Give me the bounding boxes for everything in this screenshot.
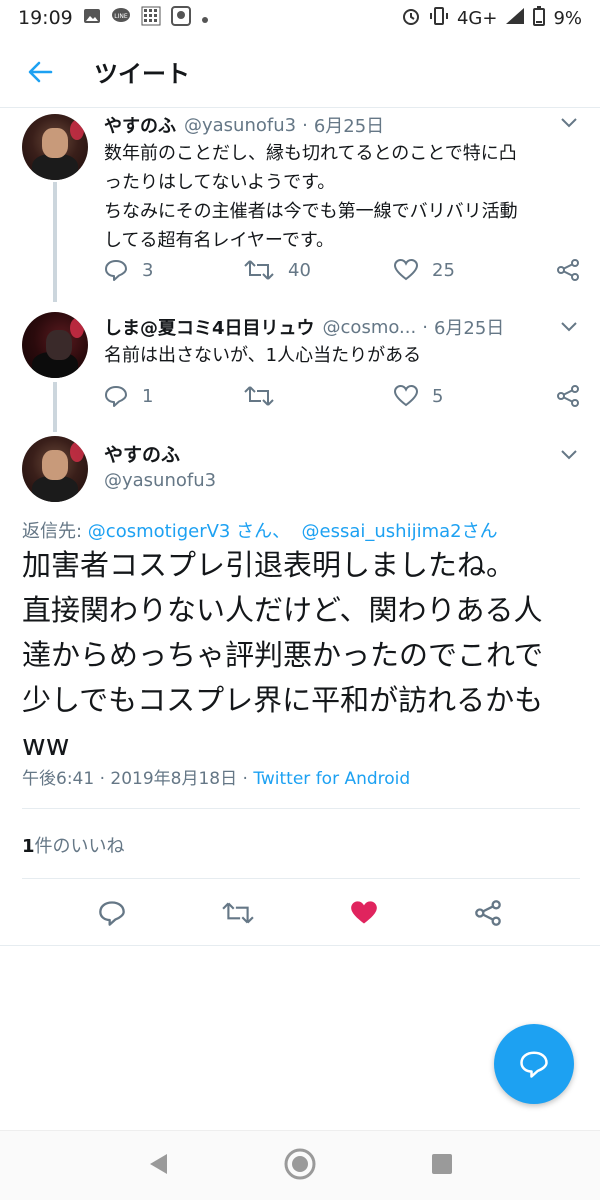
reply-button[interactable] <box>98 900 126 930</box>
mention-link[interactable]: @essai_ushijima2さん <box>302 521 498 542</box>
compose-reply-button[interactable] <box>494 1024 574 1104</box>
svg-text:LINE: LINE <box>114 13 128 20</box>
retweet-icon <box>244 386 274 406</box>
top-bar: ツイート <box>0 36 600 108</box>
separator-dot: · <box>422 316 428 338</box>
app-icon <box>170 5 191 31</box>
line-icon: LINE <box>111 7 131 30</box>
divider <box>22 878 580 879</box>
reply-icon <box>520 1051 548 1078</box>
battery-percent: 9% <box>553 7 582 29</box>
retweet-button[interactable] <box>222 901 254 929</box>
recents-nav-button[interactable] <box>431 1153 453 1179</box>
retweet-count: 40 <box>288 259 311 281</box>
battery-icon <box>533 5 546 31</box>
reply-button[interactable]: 1 <box>104 385 224 407</box>
status-bar: 19:09 LINE 4G+ 9% <box>0 0 600 36</box>
retweet-button[interactable] <box>244 385 394 407</box>
like-button[interactable] <box>350 900 378 930</box>
heart-icon <box>394 385 418 407</box>
page-title: ツイート <box>94 60 190 88</box>
chevron-down-icon[interactable] <box>560 114 578 133</box>
chevron-down-icon[interactable] <box>560 446 578 465</box>
tweet-client-link[interactable]: Twitter for Android <box>253 769 410 789</box>
tweet-author-handle: @cosmo... <box>322 316 417 338</box>
like-count: 25 <box>432 259 455 281</box>
thread-tweet[interactable]: しま@夏コミ4日目リュウ @cosmo... · 6月25日 名前は出さないが、… <box>0 306 600 430</box>
share-icon <box>557 259 579 281</box>
avatar[interactable] <box>22 312 88 378</box>
tweet-meta: 午後6:41 · 2019年8月18日 · Twitter for Androi… <box>22 764 410 789</box>
system-nav-bar <box>0 1130 600 1200</box>
tweet-author-name[interactable]: やすのふ <box>104 440 180 467</box>
retweet-icon <box>222 902 254 924</box>
likes-count: 1 <box>22 836 35 857</box>
like-button[interactable]: 5 <box>394 385 514 407</box>
keypad-icon <box>141 6 161 31</box>
retweet-icon <box>244 260 274 280</box>
likes-label: 件のいいね <box>34 836 125 857</box>
reply-icon <box>105 260 127 281</box>
avatar[interactable] <box>22 436 88 502</box>
reply-icon <box>99 901 125 926</box>
share-button[interactable] <box>474 899 502 931</box>
tweet-text: 数年前のことだし、縁も切れてるとのことで特に凸 ったりはしてないようです。 ちな… <box>104 143 518 251</box>
tweet-author-name[interactable]: やすのふ <box>104 112 176 138</box>
tweet-text: 名前は出さないが、1人心当たりがある <box>104 345 422 366</box>
dot-icon <box>201 7 209 29</box>
separator-dot: · <box>302 114 308 136</box>
divider <box>22 808 580 809</box>
reply-icon <box>105 386 127 407</box>
thread-tweet[interactable]: やすのふ @yasunofu3 · 6月25日 数年前のことだし、縁も切れてると… <box>0 108 600 306</box>
like-count: 5 <box>432 385 444 407</box>
share-button[interactable] <box>556 384 580 408</box>
reply-count: 3 <box>142 259 154 281</box>
tweet-author-handle: @yasunofu3 <box>184 114 297 136</box>
heart-icon <box>394 259 418 281</box>
like-button[interactable]: 25 <box>394 259 514 281</box>
main-tweet-actions <box>0 890 600 940</box>
main-tweet-text: 加害者コスプレ引退表明しましたね。 直接関わりない人だけど、関わりある人 達から… <box>22 548 544 762</box>
reply-to-label: 返信先: <box>22 521 88 542</box>
gallery-icon <box>83 7 101 29</box>
network-type: 4G+ <box>456 7 498 29</box>
home-circle-icon <box>284 1148 316 1179</box>
share-button[interactable] <box>556 258 580 282</box>
square-recents-icon <box>432 1153 452 1174</box>
vibrate-icon <box>429 6 449 31</box>
tweet-date: 6月25日 <box>313 116 385 137</box>
back-nav-button[interactable] <box>147 1152 169 1180</box>
reply-to-line: 返信先: @cosmotigerV3 さん、 @essai_ushijima2さ… <box>22 517 498 543</box>
tweet-date: 6月25日 <box>433 318 505 339</box>
share-icon <box>557 385 579 407</box>
tweet-author-handle: @yasunofu3 <box>104 470 217 491</box>
retweet-button[interactable]: 40 <box>244 259 394 281</box>
reply-count: 1 <box>142 385 154 407</box>
tweet-timestamp: 午後6:41 · 2019年8月18日 · <box>22 769 254 789</box>
share-icon <box>475 900 501 926</box>
chevron-down-icon[interactable] <box>560 318 578 337</box>
triangle-back-icon <box>150 1153 167 1174</box>
avatar[interactable] <box>22 114 88 180</box>
alarm-icon <box>401 6 421 31</box>
home-nav-button[interactable] <box>283 1147 317 1185</box>
divider <box>0 945 600 946</box>
mention-link[interactable]: @cosmotigerV3 さん、 <box>88 521 290 542</box>
signal-icon <box>505 7 525 30</box>
arrow-left-icon <box>28 61 53 82</box>
status-time: 19:09 <box>18 7 73 29</box>
likes-summary[interactable]: 1件のいいね <box>22 832 125 858</box>
back-button[interactable] <box>12 44 68 100</box>
tweet-author-name[interactable]: しま@夏コミ4日目リュウ <box>104 314 315 340</box>
reply-button[interactable]: 3 <box>104 259 224 281</box>
heart-filled-icon <box>351 901 377 924</box>
